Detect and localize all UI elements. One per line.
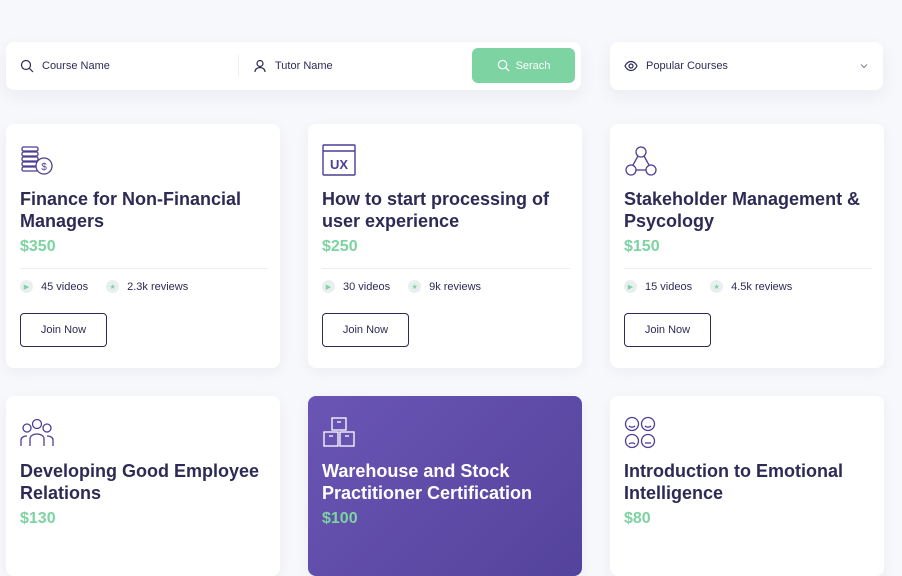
- search-button-label: Serach: [515, 59, 551, 72]
- ux-window-icon: UX: [322, 144, 356, 176]
- sort-dropdown-label: Popular Courses: [646, 60, 728, 72]
- course-card: Stakeholder Management & Psycology $150 …: [610, 124, 884, 368]
- course-title: How to start processing of user experien…: [322, 189, 550, 231]
- course-card: Introduction to Emotional Intelligence $…: [610, 396, 884, 576]
- search-button[interactable]: Serach: [472, 48, 575, 83]
- tutor-name-placeholder: Tutor Name: [275, 60, 333, 72]
- course-title: Developing Good Employee Relations: [20, 461, 260, 503]
- play-icon: ▶: [624, 280, 637, 293]
- play-icon: ▶: [20, 280, 33, 293]
- course-card: UX How to start processing of user exper…: [308, 124, 582, 368]
- course-title: Introduction to Emotional Intelligence: [624, 461, 843, 503]
- video-count: 45 videos: [41, 280, 89, 293]
- course-price: $350: [20, 238, 56, 255]
- course-meta: ▶ 30 videos ★ 9k reviews: [322, 280, 499, 293]
- course-price: $100: [322, 510, 358, 527]
- star-icon: ★: [710, 280, 724, 293]
- divider: [322, 268, 570, 269]
- course-price: $250: [322, 238, 358, 255]
- join-now-button[interactable]: Join Now: [20, 313, 107, 347]
- chevron-down-icon: [860, 64, 868, 69]
- divider: [624, 268, 872, 269]
- course-price: $130: [20, 510, 56, 527]
- coins-dollar-icon: $: [21, 146, 53, 175]
- video-count: 15 videos: [645, 280, 693, 293]
- search-icon: [20, 59, 34, 73]
- review-count: 4.5k reviews: [731, 280, 793, 293]
- join-now-button[interactable]: Join Now: [322, 313, 409, 347]
- tutor-name-field[interactable]: Tutor Name: [239, 42, 473, 90]
- star-icon: ★: [106, 280, 120, 293]
- course-title: Warehouse and Stock Practitioner Certifi…: [322, 461, 533, 503]
- course-meta: ▶ 45 videos ★ 2.3k reviews: [20, 280, 206, 293]
- sort-dropdown[interactable]: Popular Courses: [610, 42, 883, 90]
- svg-text:$: $: [41, 162, 47, 173]
- course-name-field[interactable]: Course Name: [6, 55, 239, 77]
- play-icon: ▶: [322, 280, 335, 293]
- star-icon: ★: [408, 280, 422, 293]
- search-bar: Course Name Tutor Name Serach: [6, 42, 581, 90]
- course-name-placeholder: Course Name: [42, 60, 110, 72]
- review-count: 9k reviews: [429, 280, 482, 293]
- user-icon: [254, 59, 266, 73]
- search-icon: [497, 59, 510, 72]
- emotion-faces-icon: [624, 416, 656, 449]
- course-meta: ▶ 15 videos ★ 4.5k reviews: [624, 280, 810, 293]
- eye-icon: [624, 60, 638, 72]
- divider: [20, 268, 268, 269]
- course-title: Finance for Non-Financial Managers: [20, 189, 242, 231]
- course-price: $80: [624, 510, 651, 527]
- people-group-icon: [20, 418, 54, 446]
- video-count: 30 videos: [343, 280, 391, 293]
- svg-text:UX: UX: [330, 157, 348, 172]
- course-title: Stakeholder Management & Psycology: [624, 189, 861, 231]
- course-card: Developing Good Employee Relations $130: [6, 396, 280, 576]
- course-card: $ Finance for Non-Financial Managers $35…: [6, 124, 280, 368]
- network-people-icon: [625, 146, 657, 176]
- boxes-icon: [323, 417, 355, 447]
- join-now-button[interactable]: Join Now: [624, 313, 711, 347]
- review-count: 2.3k reviews: [127, 280, 189, 293]
- course-card-featured: Warehouse and Stock Practitioner Certifi…: [308, 396, 582, 576]
- course-price: $150: [624, 238, 660, 255]
